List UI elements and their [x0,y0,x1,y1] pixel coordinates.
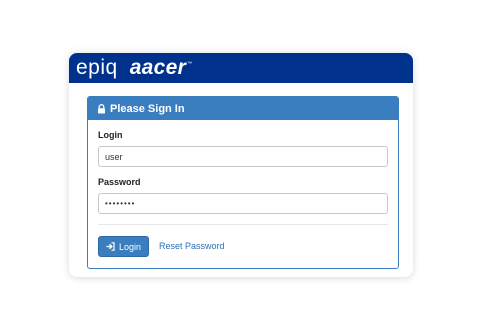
page-background: epiq aacer ™ Please Sign In Login user P… [0,0,500,333]
brand-header-bar: epiq aacer ™ [69,53,413,83]
lock-icon [97,103,106,114]
login-card: epiq aacer ™ Please Sign In Login user P… [69,53,413,277]
sign-in-panel: Please Sign In Login user Password •••••… [87,96,399,269]
sign-in-icon [106,242,115,251]
login-input[interactable]: user [98,146,388,167]
trademark-symbol: ™ [187,61,193,67]
login-label: Login [98,130,123,140]
login-button-label: Login [118,241,142,252]
brand-logo: epiq aacer ™ [76,56,192,80]
login-input-value: user [105,151,123,162]
password-label: Password [98,177,141,187]
login-button[interactable]: Login [98,236,149,257]
password-input[interactable]: •••••••• [98,193,388,214]
reset-password-link[interactable]: Reset Password [159,241,225,251]
password-input-value: •••••••• [105,199,136,208]
logo-aacer-text: aacer [129,56,187,79]
panel-heading: Please Sign In [88,97,398,120]
logo-epiq-text: epiq [76,56,118,79]
panel-title: Please Sign In [110,102,185,115]
form-divider [98,224,388,225]
